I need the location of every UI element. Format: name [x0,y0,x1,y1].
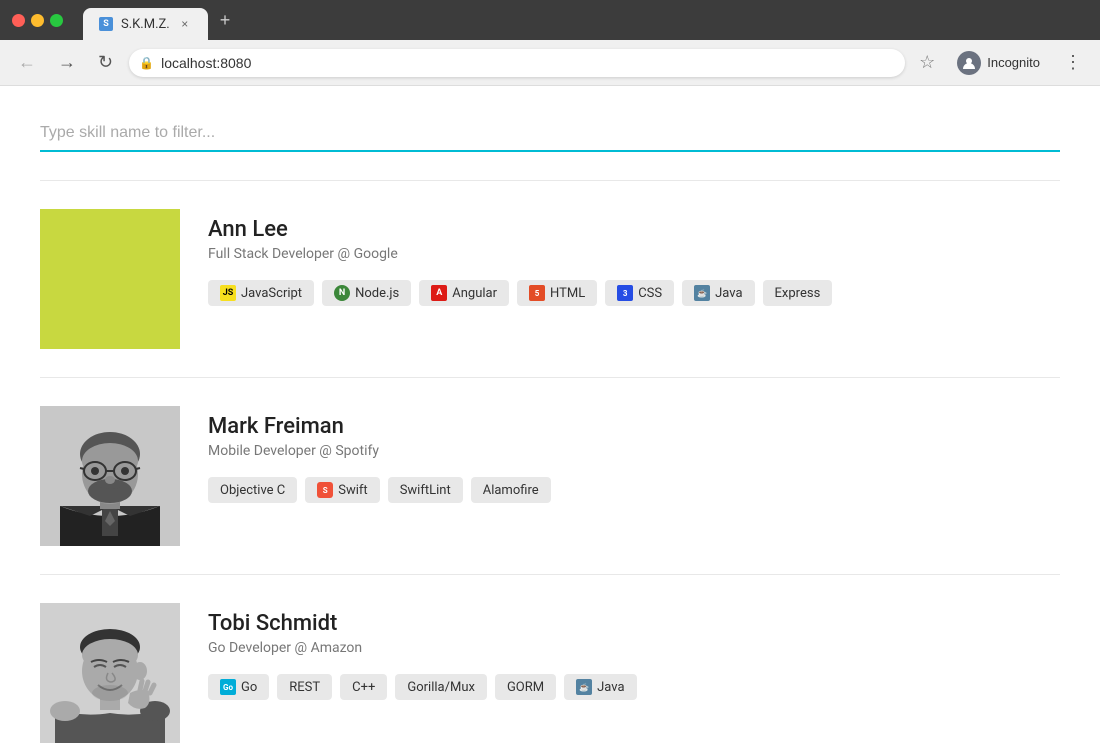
minimize-traffic-light[interactable] [31,14,44,27]
profile-label: Incognito [987,55,1040,70]
active-tab[interactable]: S S.K.M.Z. × [83,8,208,40]
skill-tag: Express [763,280,833,306]
skill-tag: GORM [495,674,556,700]
skill-label: Go [241,680,257,695]
search-container [40,116,1060,152]
skill-label: Angular [452,286,497,301]
skill-label: Swift [338,483,367,498]
skill-tag: Objective C [208,477,297,503]
skill-label: CSS [638,286,662,301]
skill-tag: REST [277,674,332,700]
skill-tag: JS JavaScript [208,280,314,306]
avatar [40,603,180,743]
tab-favicon: S [99,17,113,31]
developer-name: Tobi Schmidt [208,611,1060,636]
developer-role: Mobile Developer @ Spotify [208,443,1060,459]
skill-label: GORM [507,680,544,695]
skill-tag: Gorilla/Mux [395,674,487,700]
avatar [40,209,180,349]
address-wrapper: 🔒 [129,49,905,77]
back-button[interactable]: ← [12,48,42,77]
developer-card: Ann Lee Full Stack Developer @ Google JS… [40,180,1060,378]
skill-tag: S Swift [305,477,379,503]
refresh-button[interactable]: ↻ [92,48,119,77]
developer-list: Ann Lee Full Stack Developer @ Google JS… [40,180,1060,750]
new-tab-button[interactable]: + [212,6,239,35]
profile-button[interactable]: Incognito [949,47,1048,79]
forward-button[interactable]: → [52,48,82,77]
tab-label: S.K.M.Z. [121,17,170,32]
address-input[interactable] [129,49,905,77]
avatar [40,406,180,546]
skill-label: Alamofire [483,483,539,498]
tab-bar: S S.K.M.Z. × + [83,0,1088,40]
skill-label: Java [715,286,742,301]
skill-label: SwiftLint [400,483,451,498]
skills-list: Go Go REST C++ Gorilla/Mux GORM [208,674,1060,700]
skill-tag: C++ [340,674,387,700]
css-icon: 3 [617,285,633,301]
swift-icon: S [317,482,333,498]
skill-label: Objective C [220,483,285,498]
developer-name: Mark Freiman [208,414,1060,439]
java-icon: ☕ [694,285,710,301]
skill-label: Java [597,680,624,695]
skill-tag: 5 HTML [517,280,597,306]
skill-tag: N Node.js [322,280,411,306]
maximize-traffic-light[interactable] [50,14,63,27]
skills-list: Objective C S Swift SwiftLint Alamofire [208,477,1060,503]
developer-card: Tobi Schmidt Go Developer @ Amazon Go Go… [40,575,1060,750]
skill-label: Gorilla/Mux [407,680,475,695]
skill-tag: A Angular [419,280,509,306]
skill-tag: SwiftLint [388,477,463,503]
skill-search-input[interactable] [40,116,1060,150]
angular-icon: A [431,285,447,301]
skill-tag: ☕ Java [564,674,636,700]
skill-tag: ☕ Java [682,280,754,306]
developer-info: Ann Lee Full Stack Developer @ Google JS… [208,209,1060,306]
tab-close-button[interactable]: × [178,17,192,31]
skill-label: JavaScript [241,286,302,301]
page-content: Ann Lee Full Stack Developer @ Google JS… [0,86,1100,750]
java-icon: ☕ [576,679,592,695]
html-icon: 5 [529,285,545,301]
traffic-lights [12,14,63,27]
developer-info: Tobi Schmidt Go Developer @ Amazon Go Go… [208,603,1060,700]
address-bar: ← → ↻ 🔒 ☆ Incognito ⋮ [0,40,1100,86]
skill-tag: Alamofire [471,477,551,503]
developer-name: Ann Lee [208,217,1060,242]
skills-list: JS JavaScript N Node.js A Angular 5 HTML [208,280,1060,306]
lock-icon: 🔒 [139,56,154,70]
js-icon: JS [220,285,236,301]
developer-info: Mark Freiman Mobile Developer @ Spotify … [208,406,1060,503]
developer-card: Mark Freiman Mobile Developer @ Spotify … [40,378,1060,575]
go-icon: Go [220,679,236,695]
skill-label: C++ [352,680,375,695]
bookmark-button[interactable]: ☆ [915,48,939,77]
node-icon: N [334,285,350,301]
skill-label: Node.js [355,286,399,301]
close-traffic-light[interactable] [12,14,25,27]
skill-label: REST [289,680,320,695]
browser-menu-button[interactable]: ⋮ [1058,48,1088,77]
browser-chrome: S S.K.M.Z. × + [0,0,1100,40]
skill-label: Express [775,286,821,301]
skill-tag: 3 CSS [605,280,674,306]
skill-tag: Go Go [208,674,269,700]
developer-role: Full Stack Developer @ Google [208,246,1060,262]
skill-label: HTML [550,286,585,301]
developer-role: Go Developer @ Amazon [208,640,1060,656]
profile-avatar-icon [957,51,981,75]
